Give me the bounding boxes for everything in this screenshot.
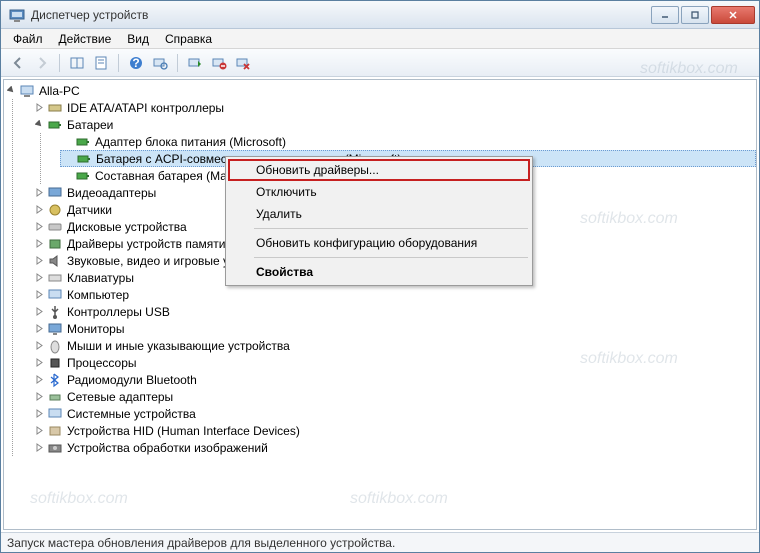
tree-category[interactable]: Устройства HID (Human Interface Devices) — [32, 422, 756, 439]
ctx-separator — [254, 228, 528, 229]
collapse-icon[interactable] — [6, 85, 17, 96]
maximize-button[interactable] — [681, 6, 709, 24]
battery-icon — [75, 134, 91, 150]
ide-icon — [47, 100, 63, 116]
imaging-icon — [47, 440, 63, 456]
network-icon — [47, 389, 63, 405]
tree-category[interactable]: Процессоры — [32, 354, 756, 371]
update-driver-button[interactable] — [184, 52, 206, 74]
uninstall-button[interactable] — [208, 52, 230, 74]
nav-back-button[interactable] — [7, 52, 29, 74]
app-icon — [9, 7, 25, 23]
toolbar: ? — [1, 49, 759, 77]
tree-category[interactable]: Мониторы — [32, 320, 756, 337]
expand-icon[interactable] — [34, 204, 45, 215]
expand-icon[interactable] — [34, 408, 45, 419]
window-title: Диспетчер устройств — [31, 8, 649, 22]
tree-category-batteries[interactable]: Батареи — [32, 116, 756, 133]
expand-icon[interactable] — [34, 221, 45, 232]
ctx-scan-hardware[interactable]: Обновить конфигурацию оборудования — [228, 232, 530, 254]
ctx-separator — [254, 257, 528, 258]
system-icon — [47, 406, 63, 422]
tree-device[interactable]: Адаптер блока питания (Microsoft) — [60, 133, 756, 150]
ctx-update-drivers[interactable]: Обновить драйверы... — [228, 159, 530, 181]
tree-root[interactable]: Alla-PC — [4, 82, 756, 99]
tree-category[interactable]: IDE ATA/ATAPI контроллеры — [32, 99, 756, 116]
computer-icon — [47, 287, 63, 303]
expand-icon[interactable] — [34, 238, 45, 249]
properties-button[interactable] — [90, 52, 112, 74]
menu-view[interactable]: Вид — [119, 30, 157, 48]
statusbar: Запуск мастера обновления драйверов для … — [1, 532, 759, 552]
ctx-disable[interactable]: Отключить — [228, 181, 530, 203]
battery-icon — [47, 117, 63, 133]
expand-icon[interactable] — [34, 272, 45, 283]
collapse-icon[interactable] — [34, 119, 45, 130]
menu-action[interactable]: Действие — [51, 30, 120, 48]
computer-icon — [19, 83, 35, 99]
tree-category[interactable]: Контроллеры USB — [32, 303, 756, 320]
root-label: Alla-PC — [39, 84, 80, 98]
context-menu: Обновить драйверы... Отключить Удалить О… — [225, 156, 533, 286]
expand-icon[interactable] — [34, 102, 45, 113]
menubar: Файл Действие Вид Справка — [1, 29, 759, 49]
mouse-icon — [47, 338, 63, 354]
tree-category[interactable]: Мыши и иные указывающие устройства — [32, 337, 756, 354]
usb-icon — [47, 304, 63, 320]
expand-icon[interactable] — [34, 357, 45, 368]
display-icon — [47, 185, 63, 201]
memory-icon — [47, 236, 63, 252]
svg-text:?: ? — [132, 56, 139, 70]
scan-hardware-button[interactable] — [149, 52, 171, 74]
nav-forward-button[interactable] — [31, 52, 53, 74]
expand-icon[interactable] — [34, 391, 45, 402]
help-button[interactable]: ? — [125, 52, 147, 74]
audio-icon — [47, 253, 63, 269]
disk-icon — [47, 219, 63, 235]
tree-category[interactable]: Радиомодули Bluetooth — [32, 371, 756, 388]
battery-icon — [75, 168, 91, 184]
expand-icon[interactable] — [34, 425, 45, 436]
tree-category[interactable]: Устройства обработки изображений — [32, 439, 756, 456]
expand-icon[interactable] — [34, 306, 45, 317]
expand-icon[interactable] — [34, 289, 45, 300]
expand-icon[interactable] — [34, 323, 45, 334]
titlebar: Диспетчер устройств — [1, 1, 759, 29]
menu-file[interactable]: Файл — [5, 30, 51, 48]
battery-icon — [76, 151, 92, 167]
ctx-delete[interactable]: Удалить — [228, 203, 530, 225]
expand-icon[interactable] — [34, 374, 45, 385]
tree-category[interactable]: Сетевые адаптеры — [32, 388, 756, 405]
sensor-icon — [47, 202, 63, 218]
monitor-icon — [47, 321, 63, 337]
menu-help[interactable]: Справка — [157, 30, 220, 48]
status-text: Запуск мастера обновления драйверов для … — [7, 536, 395, 550]
expand-icon[interactable] — [34, 340, 45, 351]
show-hidden-button[interactable] — [66, 52, 88, 74]
tree-category[interactable]: Системные устройства — [32, 405, 756, 422]
expand-icon[interactable] — [34, 255, 45, 266]
expand-icon[interactable] — [34, 442, 45, 453]
close-button[interactable] — [711, 6, 755, 24]
keyboard-icon — [47, 270, 63, 286]
expand-icon[interactable] — [34, 187, 45, 198]
tree-category[interactable]: Компьютер — [32, 286, 756, 303]
disable-button[interactable] — [232, 52, 254, 74]
processor-icon — [47, 355, 63, 371]
hid-icon — [47, 423, 63, 439]
device-tree[interactable]: Alla-PC IDE ATA/ATAPI контроллеры Батаре… — [3, 79, 757, 530]
bluetooth-icon — [47, 372, 63, 388]
minimize-button[interactable] — [651, 6, 679, 24]
ctx-properties[interactable]: Свойства — [228, 261, 530, 283]
